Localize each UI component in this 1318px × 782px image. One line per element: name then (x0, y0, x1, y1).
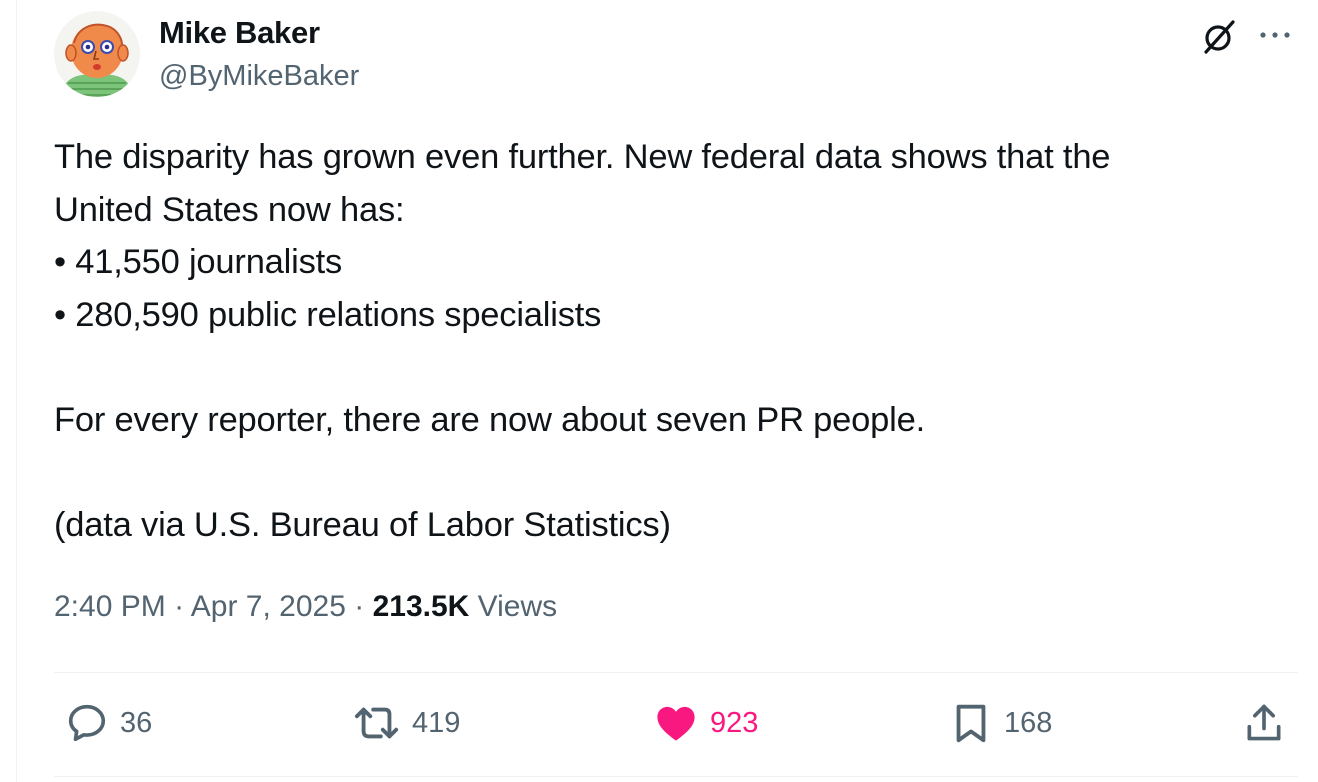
meta-separator: · (174, 590, 185, 623)
grok-icon[interactable] (1200, 18, 1238, 56)
tweet-date[interactable]: Apr 7, 2025 (191, 590, 346, 623)
tweet-line: • 280,590 public relations specialists (54, 295, 602, 334)
reply-button[interactable]: 36 (64, 700, 152, 746)
tweet-line: • 41,550 journalists (54, 243, 343, 281)
bookmark-icon (956, 704, 986, 743)
author-handle[interactable]: @ByMikeBaker (159, 60, 359, 93)
tweet-text: The disparity has grown even further. Ne… (54, 131, 1294, 551)
like-count: 923 (710, 706, 759, 739)
timeline-border (16, 0, 17, 782)
views-label: Views (477, 590, 558, 623)
tweet-line: United States now has: (54, 190, 405, 229)
views-count: 213.5K (372, 590, 470, 623)
tweet-line: The disparity has grown even further. Ne… (54, 138, 1111, 176)
grok-glyph (1204, 20, 1235, 54)
reply-count: 36 (120, 706, 153, 739)
more-icon[interactable] (1258, 28, 1294, 42)
meta-separator: · (354, 590, 365, 623)
repost-button[interactable]: 419 (352, 700, 460, 746)
repost-count: 419 (412, 706, 461, 739)
bookmark-button[interactable]: 168 (948, 700, 1052, 746)
tweet-page: Mike Baker @ByMikeBaker The disparity ha… (0, 0, 1318, 782)
tweet-time[interactable]: 2:40 PM (54, 590, 166, 623)
like-icon (657, 706, 695, 741)
like-button[interactable]: 923 (652, 700, 758, 746)
avatar-drawing (54, 11, 140, 97)
bookmark-count: 168 (1004, 706, 1053, 739)
reply-icon (68, 704, 106, 742)
share-icon (1247, 704, 1281, 741)
divider-bottom (54, 776, 1298, 777)
avatar[interactable] (54, 11, 140, 97)
tweet-meta: 2:40 PM · Apr 7, 2025 · 213.5K Views (54, 590, 557, 624)
share-button[interactable] (1242, 700, 1286, 746)
repost-icon (354, 707, 399, 739)
tweet-line: (data via U.S. Bureau of Labor Statistic… (54, 505, 671, 544)
divider-top (54, 672, 1298, 673)
more-dots (1260, 32, 1290, 38)
tweet-line: For every reporter, there are now about … (54, 400, 925, 439)
author-name[interactable]: Mike Baker (159, 15, 320, 51)
